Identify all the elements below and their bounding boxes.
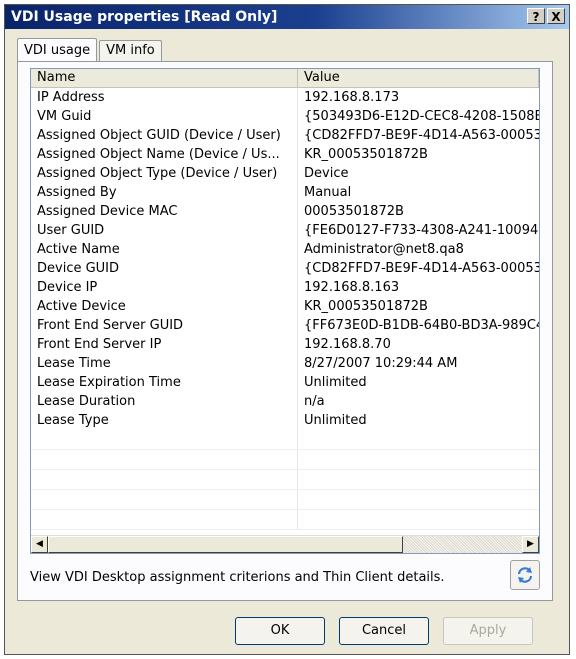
empty-row [31,430,539,450]
list-header: Name Value [31,69,539,88]
table-row[interactable]: IP Address 192.168.8.173 [31,88,539,107]
row-value: Manual [304,185,352,200]
row-name: Device GUID [31,259,298,278]
apply-button[interactable]: Apply [443,617,533,645]
row-value: KR_00053501872B [304,147,428,162]
row-name: IP Address [31,88,298,107]
scroll-thumb[interactable] [48,536,403,553]
row-name: Lease Time [31,354,298,373]
column-header-name[interactable]: Name [31,69,298,87]
row-value: {CD82FFD7-BE9F-4D14-A563-000535 [304,128,539,143]
row-name: Assigned Device MAC [31,202,298,221]
row-value: {FE6D0127-F733-4308-A241-1009451 [304,223,539,238]
row-name: Front End Server GUID [31,316,298,335]
properties-dialog: VDI Usage properties [Read Only] ? X VDI… [4,4,570,655]
tab-vm-info[interactable]: VM info [99,40,162,61]
help-button[interactable]: ? [527,8,545,24]
row-value: 8/27/2007 10:29:44 AM [304,356,458,371]
table-row[interactable]: Lease Time 8/27/2007 10:29:44 AM [31,354,539,373]
table-row[interactable]: Device IP 192.168.8.163 [31,278,539,297]
close-button[interactable]: X [547,8,565,24]
table-row[interactable]: Front End Server IP 192.168.8.70 [31,335,539,354]
row-name: Assigned Object GUID (Device / User) [31,126,298,145]
row-value: {503493D6-E12D-CEC8-4208-1508B8 [304,109,539,124]
row-value: Administrator@net8.qa8 [304,242,464,257]
row-name: User GUID [31,221,298,240]
table-row[interactable]: User GUID {FE6D0127-F733-4308-A241-100945… [31,221,539,240]
table-row[interactable]: Lease Type Unlimited [31,411,539,430]
row-value: Unlimited [304,413,367,428]
table-row[interactable]: Assigned Device MAC 00053501872B [31,202,539,221]
row-name: Device IP [31,278,298,297]
row-value: 192.168.8.163 [304,280,400,295]
title-bar[interactable]: VDI Usage properties [Read Only] ? X [5,5,569,29]
ok-button[interactable]: OK [235,617,325,645]
empty-row [31,470,539,490]
column-header-value[interactable]: Value [298,69,539,87]
row-name: Front End Server IP [31,335,298,354]
refresh-button[interactable] [510,560,540,590]
row-value: 00053501872B [304,204,404,219]
list-rows: IP Address 192.168.8.173 VM Guid {503493D6-… [31,88,539,530]
row-name: Lease Duration [31,392,298,411]
scroll-track[interactable] [48,536,522,553]
table-row[interactable]: Lease Duration n/a [31,392,539,411]
row-name: Lease Type [31,411,298,430]
row-value: KR_00053501872B [304,299,428,314]
row-value: n/a [304,394,325,409]
table-row[interactable]: Front End Server GUID {FF673E0D-B1DB-64B0… [31,316,539,335]
scroll-left-arrow-icon[interactable]: ◀ [31,536,48,553]
empty-row [31,490,539,510]
scroll-right-arrow-icon[interactable]: ▶ [522,536,539,553]
table-row[interactable]: Assigned Object GUID (Device / User) {CD8… [31,126,539,145]
row-value: {FF673E0D-B1DB-64B0-BD3A-989C4C [304,318,539,333]
properties-listview[interactable]: Name Value IP Address 192.168.8.173 VM Gui… [30,68,540,554]
table-row[interactable]: Active Name Administrator@net8.qa8 [31,240,539,259]
row-name: Active Device [31,297,298,316]
table-row[interactable]: Active Device KR_00053501872B [31,297,539,316]
table-row[interactable]: Assigned Object Name (Device / Us... KR_0… [31,145,539,164]
refresh-icon [517,567,533,583]
tab-panel: Name Value IP Address 192.168.8.173 VM Gui… [17,61,553,601]
row-name: VM Guid [31,107,298,126]
table-row[interactable]: Assigned Object Type (Device / User) Devi… [31,164,539,183]
horizontal-scrollbar[interactable]: ◀ ▶ [31,535,539,553]
empty-row [31,510,539,530]
row-value: 192.168.8.173 [304,90,400,105]
row-value: {CD82FFD7-BE9F-4D14-A563-000535 [304,261,539,276]
empty-row [31,450,539,470]
table-row[interactable]: Assigned By Manual [31,183,539,202]
row-name: Assigned Object Name (Device / Us... [31,145,298,164]
row-name: Assigned Object Type (Device / User) [31,164,298,183]
table-row[interactable]: Device GUID {CD82FFD7-BE9F-4D14-A563-0005… [31,259,539,278]
cancel-button[interactable]: Cancel [339,617,429,645]
window-title: VDI Usage properties [Read Only] [11,9,278,25]
row-value: Unlimited [304,375,367,390]
row-name: Assigned By [31,183,298,202]
row-value: 192.168.8.70 [304,337,391,352]
row-value: Device [304,166,349,181]
table-row[interactable]: VM Guid {503493D6-E12D-CEC8-4208-1508B8 [31,107,539,126]
tab-strip: VDI usage VM info [17,37,164,62]
tab-vdi-usage[interactable]: VDI usage [17,38,98,62]
table-row[interactable]: Lease Expiration Time Unlimited [31,373,539,392]
row-name: Lease Expiration Time [31,373,298,392]
description-text: View VDI Desktop assignment criterions a… [30,570,445,585]
row-name: Active Name [31,240,298,259]
